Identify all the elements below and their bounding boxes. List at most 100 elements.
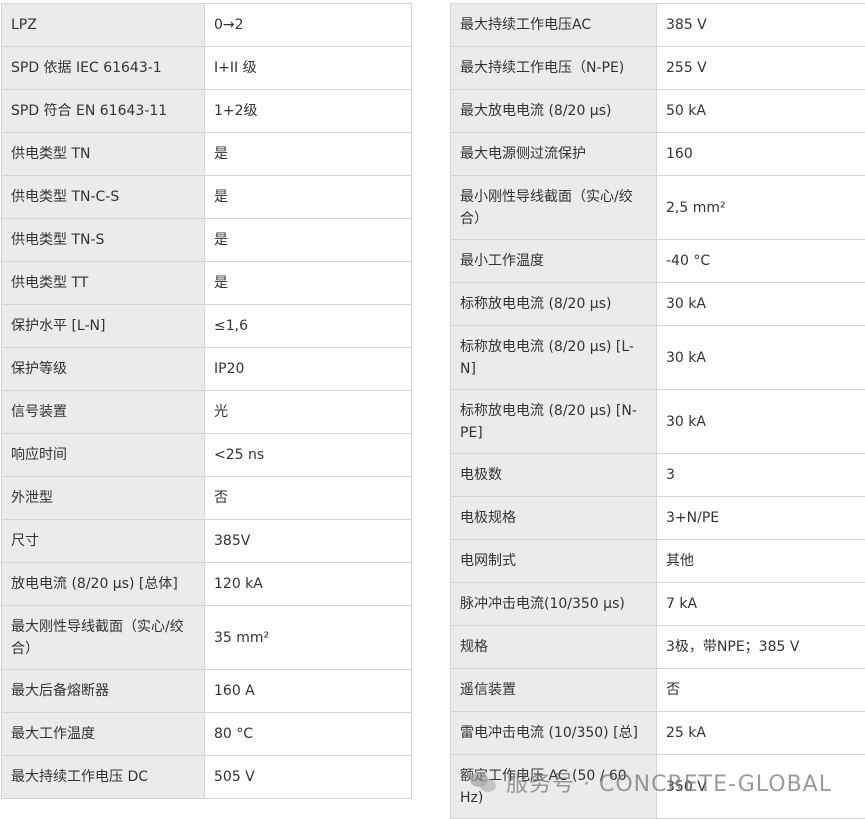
table-row: LPZ0→2 xyxy=(2,4,412,47)
spec-label: 响应时间 xyxy=(2,434,205,477)
spec-label: 最小刚性导线截面（实心/绞合） xyxy=(451,176,657,240)
spec-label: 供电类型 TN-C-S xyxy=(2,176,205,219)
table-row: 电网制式其他 xyxy=(451,540,865,583)
spec-value: 160 xyxy=(657,133,865,176)
spec-value: 是 xyxy=(205,262,412,305)
table-row: 供电类型 TT是 xyxy=(2,262,412,305)
table-row: 最大放电电流 (8/20 μs)50 kA xyxy=(451,90,865,133)
spec-value: 否 xyxy=(205,477,412,520)
spec-label: 放电电流 (8/20 μs) [总体] xyxy=(2,563,205,606)
spec-value: 255 V xyxy=(657,47,865,90)
spec-label: 最小工作温度 xyxy=(451,240,657,283)
table-row: 最大持续工作电压 DC505 V xyxy=(2,756,412,799)
spec-label: 标称放电电流 (8/20 μs) xyxy=(451,283,657,326)
table-row: 规格3极，带NPE；385 V xyxy=(451,626,865,669)
spec-value: -40 °C xyxy=(657,240,865,283)
spec-value: 其他 xyxy=(657,540,865,583)
spec-value: ≤1,6 xyxy=(205,305,412,348)
spec-value: 光 xyxy=(205,391,412,434)
table-row: 最大持续工作电压（N-PE)255 V xyxy=(451,47,865,90)
table-row: 响应时间<25 ns xyxy=(2,434,412,477)
spec-label: 最大工作温度 xyxy=(2,713,205,756)
spec-label: 最大持续工作电压 DC xyxy=(2,756,205,799)
spec-label: 信号装置 xyxy=(2,391,205,434)
spec-value: 是 xyxy=(205,219,412,262)
table-row: 最大后备熔断器160 A xyxy=(2,670,412,713)
spec-label: 标称放电电流 (8/20 μs) [L-N] xyxy=(451,326,657,390)
spec-label: 最大后备熔断器 xyxy=(2,670,205,713)
spec-value: <25 ns xyxy=(205,434,412,477)
spec-value: 385V xyxy=(205,520,412,563)
spec-value: 是 xyxy=(205,133,412,176)
spec-label: 雷电冲击电流 (10/350) [总] xyxy=(451,712,657,755)
spec-label: 最大持续工作电压（N-PE) xyxy=(451,47,657,90)
spec-value: 80 °C xyxy=(205,713,412,756)
spec-value: I+II 级 xyxy=(205,47,412,90)
spec-value: 385 V xyxy=(657,4,865,47)
table-row: SPD 依据 IEC 61643-1I+II 级 xyxy=(2,47,412,90)
spec-label: 最大电源侧过流保护 xyxy=(451,133,657,176)
spec-value: IP20 xyxy=(205,348,412,391)
spec-label: 最大放电电流 (8/20 μs) xyxy=(451,90,657,133)
spec-label: 脉冲冲击电流(10/350 μs) xyxy=(451,583,657,626)
spec-label: 供电类型 TT xyxy=(2,262,205,305)
table-row: 最大刚性导线截面（实心/绞合）35 mm² xyxy=(2,606,412,670)
spec-label: SPD 符合 EN 61643-11 xyxy=(2,90,205,133)
table-row: 供电类型 TN-S是 xyxy=(2,219,412,262)
table-row: 标称放电电流 (8/20 μs)30 kA xyxy=(451,283,865,326)
spec-value: 30 kA xyxy=(657,390,865,454)
spec-label: 最大刚性导线截面（实心/绞合） xyxy=(2,606,205,670)
spec-value: 25 kA xyxy=(657,712,865,755)
table-row: 脉冲冲击电流(10/350 μs)7 kA xyxy=(451,583,865,626)
spec-value: 30 kA xyxy=(657,283,865,326)
spec-label: 最大持续工作电压AC xyxy=(451,4,657,47)
spec-value: 35 mm² xyxy=(205,606,412,670)
table-row: 雷电冲击电流 (10/350) [总]25 kA xyxy=(451,712,865,755)
spec-value: 是 xyxy=(205,176,412,219)
spec-label: 保护水平 [L-N] xyxy=(2,305,205,348)
spec-label: 电极规格 xyxy=(451,497,657,540)
left-spec-table: LPZ0→2 SPD 依据 IEC 61643-1I+II 级 SPD 符合 E… xyxy=(1,3,412,799)
spec-label: 电网制式 xyxy=(451,540,657,583)
table-row: 保护水平 [L-N]≤1,6 xyxy=(2,305,412,348)
spec-label: 供电类型 TN-S xyxy=(2,219,205,262)
table-row: 最小刚性导线截面（实心/绞合）2,5 mm² xyxy=(451,176,865,240)
spec-value: 50 kA xyxy=(657,90,865,133)
spec-value: 2,5 mm² xyxy=(657,176,865,240)
spec-label: 电极数 xyxy=(451,454,657,497)
spec-value: 350 V xyxy=(657,755,865,819)
spec-label: 标称放电电流 (8/20 μs) [N-PE] xyxy=(451,390,657,454)
table-row: 额定工作电压 AC (50 / 60 Hz)350 V xyxy=(451,755,865,819)
spec-value: 3极，带NPE；385 V xyxy=(657,626,865,669)
spec-value: 160 A xyxy=(205,670,412,713)
spec-label: 规格 xyxy=(451,626,657,669)
spec-value: 否 xyxy=(657,669,865,712)
table-row: SPD 符合 EN 61643-111+2级 xyxy=(2,90,412,133)
table-row: 信号装置光 xyxy=(2,391,412,434)
spec-label: 外泄型 xyxy=(2,477,205,520)
spec-value: 3+N/PE xyxy=(657,497,865,540)
spec-value: 0→2 xyxy=(205,4,412,47)
table-row: 电极规格3+N/PE xyxy=(451,497,865,540)
spec-label: 保护等级 xyxy=(2,348,205,391)
spec-value: 3 xyxy=(657,454,865,497)
spec-value: 120 kA xyxy=(205,563,412,606)
table-row: 最大电源侧过流保护160 xyxy=(451,133,865,176)
spec-value: 1+2级 xyxy=(205,90,412,133)
table-row: 电极数3 xyxy=(451,454,865,497)
table-row: 遥信装置否 xyxy=(451,669,865,712)
spec-label: 额定工作电压 AC (50 / 60 Hz) xyxy=(451,755,657,819)
table-row: 最大持续工作电压AC385 V xyxy=(451,4,865,47)
spec-label: LPZ xyxy=(2,4,205,47)
spec-label: 供电类型 TN xyxy=(2,133,205,176)
spec-label: SPD 依据 IEC 61643-1 xyxy=(2,47,205,90)
spec-value: 30 kA xyxy=(657,326,865,390)
table-row: 最小工作温度-40 °C xyxy=(451,240,865,283)
table-row: 供电类型 TN-C-S是 xyxy=(2,176,412,219)
spec-label: 尺寸 xyxy=(2,520,205,563)
table-row: 供电类型 TN是 xyxy=(2,133,412,176)
spec-label: 遥信装置 xyxy=(451,669,657,712)
table-row: 外泄型否 xyxy=(2,477,412,520)
table-row: 标称放电电流 (8/20 μs) [L-N]30 kA xyxy=(451,326,865,390)
table-row: 保护等级IP20 xyxy=(2,348,412,391)
